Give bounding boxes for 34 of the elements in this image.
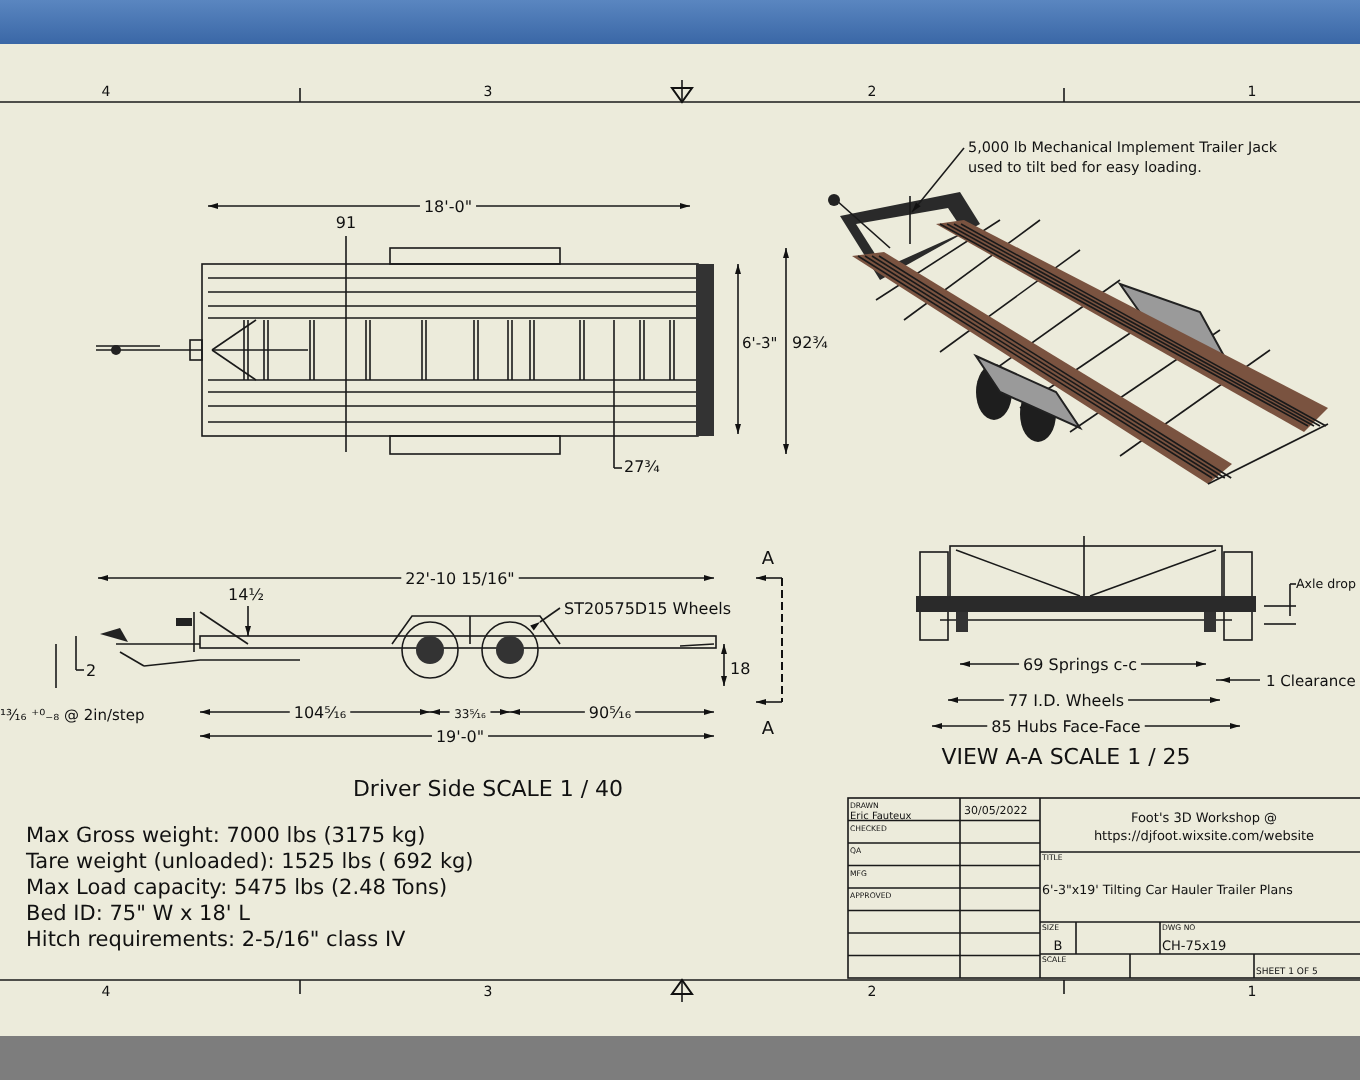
dimension-label: 69 Springs c-c (1023, 656, 1137, 674)
section-arrow (755, 699, 783, 705)
leader-line (911, 147, 965, 213)
dimension-label: 18'-0" (423, 198, 473, 216)
dimension-label: 85 Hubs Face-Face (991, 718, 1141, 736)
section-label: A (761, 720, 775, 740)
dimension-label: 14½ (228, 586, 264, 604)
dimension-label: 90⁵⁄₁₆ (588, 704, 632, 722)
view-title: VIEW A-A SCALE 1 / 25 (941, 744, 1191, 770)
dimension-label: 104⁵⁄₁₆ (293, 704, 347, 722)
leader-line (530, 607, 561, 631)
dimension-label: 27¾ (624, 458, 660, 476)
leader-line (1263, 583, 1297, 625)
dimension-label: 18 (730, 660, 751, 678)
leader-line (1215, 677, 1261, 683)
specification-text: Bed ID: 75" W x 18' L (26, 902, 250, 926)
dimension-label: 92¾ (792, 334, 828, 352)
dimension-line (721, 643, 727, 687)
specification-text: Tare weight (unloaded): 1525 lbs ( 692 kg) (26, 850, 474, 874)
section-arrow (755, 575, 783, 581)
dimension-label: 2 (86, 662, 97, 680)
dimension-line (245, 605, 251, 637)
dimension-label: 77 I.D. Wheels (1007, 692, 1125, 710)
specification-text: Hitch requirements: 2-5/16" class IV (26, 928, 406, 952)
dimension-label: 91 (335, 214, 357, 232)
section-label: A (761, 550, 775, 570)
dimension-label: 19'-0" (435, 728, 485, 746)
specification-text: Max Load capacity: 5475 lbs (2.48 Tons) (26, 876, 448, 900)
dimension-line (55, 635, 85, 689)
dimension-label: 22'-10 15/16" (405, 570, 515, 588)
view-title: Driver Side SCALE 1 / 40 (352, 776, 624, 802)
section-line (781, 577, 783, 703)
specification-text: Max Gross weight: 7000 lbs (3175 kg) (26, 824, 426, 848)
dimension-label: ST20575D15 Wheels (564, 600, 732, 618)
